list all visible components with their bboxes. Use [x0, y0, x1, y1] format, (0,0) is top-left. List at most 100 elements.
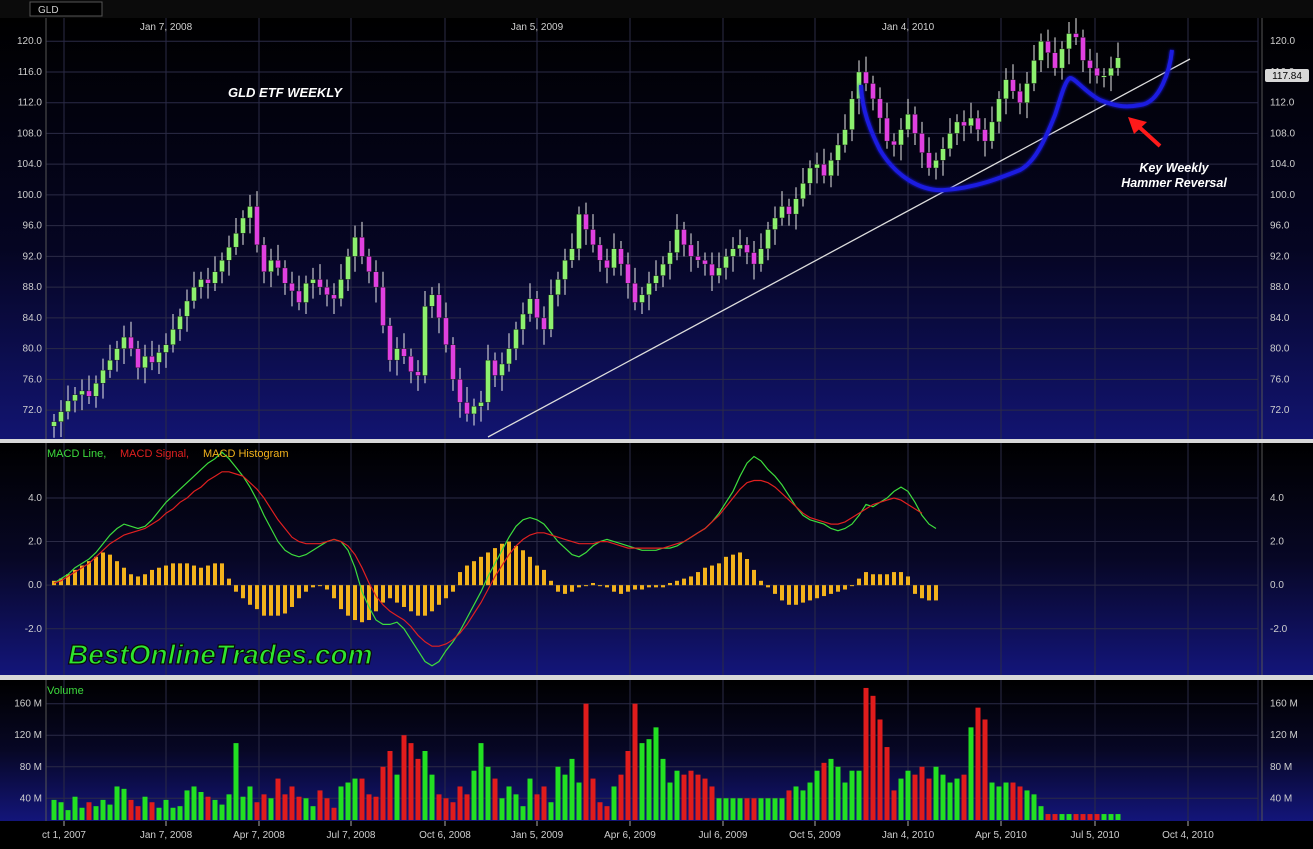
volume-bar-down — [870, 695, 876, 820]
macd-histogram-bar — [444, 585, 448, 599]
macd-histogram-bar — [619, 585, 623, 594]
header-bar — [0, 0, 1313, 18]
volume-bar-up — [716, 798, 722, 820]
volume-bar-up — [177, 806, 183, 820]
price-tick-label-right: 112.0 — [1270, 98, 1295, 109]
volume-bar-up — [933, 766, 939, 820]
volume-bar-up — [506, 786, 512, 820]
price-panel-title: GLD ETF WEEKLY — [228, 85, 343, 100]
volume-bar-up — [674, 770, 680, 820]
price-tick-label-left: 116.0 — [18, 67, 43, 78]
candle-down — [1087, 60, 1093, 69]
volume-bar-down — [982, 719, 988, 820]
candle-down — [275, 260, 281, 269]
macd-histogram-bar — [430, 585, 434, 612]
volume-bar-down — [688, 770, 694, 820]
volume-bar-down — [254, 802, 260, 820]
volume-bar-up — [1108, 814, 1114, 820]
candle-down — [709, 263, 715, 276]
candle-down — [1010, 79, 1016, 92]
volume-bar-down — [1017, 786, 1023, 820]
candle-up — [1031, 60, 1037, 84]
volume-bar-up — [905, 770, 911, 820]
volume-tick-label-left: 120 M — [14, 730, 42, 741]
macd-tick-label-left: -2.0 — [25, 624, 43, 635]
candle-up — [499, 363, 505, 376]
price-panel — [0, 18, 1313, 439]
candle-up — [352, 236, 358, 257]
candle-down — [324, 286, 330, 296]
volume-bar-down — [1080, 814, 1086, 820]
volume-bar-up — [191, 786, 197, 820]
macd-histogram-bar — [255, 585, 259, 610]
candle-up — [513, 329, 519, 349]
candle-down — [373, 271, 379, 288]
candle-up — [142, 356, 148, 369]
volume-bar-up — [121, 788, 127, 820]
macd-histogram-bar — [570, 585, 574, 592]
candle-down — [625, 263, 631, 284]
candle-down — [408, 356, 414, 372]
macd-histogram-bar — [542, 569, 546, 586]
price-tick-label-right: 92.0 — [1270, 251, 1290, 262]
macd-histogram-bar — [206, 565, 210, 586]
volume-bar-up — [240, 796, 246, 820]
candle-up — [947, 133, 953, 150]
panel-separator-1[interactable] — [0, 439, 1313, 443]
candle-up — [520, 313, 526, 330]
volume-bar-down — [373, 796, 379, 820]
x-tick-label: Oct 6, 2008 — [419, 830, 471, 841]
macd-histogram-bar — [423, 585, 427, 616]
price-tick-label-left: 112.0 — [18, 98, 43, 109]
volume-bar-down — [1073, 814, 1079, 820]
volume-bar-up — [422, 751, 428, 820]
macd-histogram-bar — [822, 585, 826, 597]
volume-bar-down — [415, 758, 421, 820]
volume-bar-down — [877, 719, 883, 820]
volume-bar-up — [107, 804, 113, 820]
price-tick-label-left: 80.0 — [23, 344, 43, 355]
candle-down — [464, 402, 470, 415]
volume-bar-down — [709, 786, 715, 820]
volume-bar-down — [128, 799, 134, 820]
x-tick-label: Jul 7, 2008 — [327, 830, 376, 841]
macd-histogram-bar — [304, 585, 308, 592]
macd-histogram-bar — [871, 574, 875, 586]
candle-down — [688, 244, 694, 257]
volume-tick-label-right: 120 M — [1270, 730, 1298, 741]
volume-bar-up — [996, 786, 1002, 820]
x-tick-label: Apr 7, 2008 — [233, 830, 285, 841]
macd-histogram-bar — [899, 572, 903, 586]
candle-up — [898, 129, 904, 146]
volume-bar-down — [464, 794, 470, 820]
candle-down — [401, 348, 407, 357]
x-tick-label: Jul 6, 2009 — [699, 830, 748, 841]
volume-bar-down — [457, 786, 463, 820]
candle-down — [436, 294, 442, 319]
candle-up — [471, 406, 477, 415]
candle-down — [380, 286, 386, 326]
volume-bar-down — [618, 774, 624, 820]
macd-histogram-bar — [675, 580, 679, 586]
volume-bar-down — [583, 703, 589, 820]
candle-up — [1059, 48, 1065, 69]
price-tick-label-left: 104.0 — [17, 159, 42, 170]
volume-bar-up — [338, 786, 344, 820]
top-date-label: Jan 5, 2009 — [511, 22, 564, 33]
candle-up — [107, 359, 113, 371]
macd-histogram-bar — [598, 585, 602, 587]
volume-bar-up — [513, 794, 519, 820]
annotation-line-1: Key Weekly — [1139, 161, 1209, 175]
volume-bar-up — [653, 727, 659, 820]
macd-histogram-bar — [171, 563, 175, 586]
candle-down — [1080, 37, 1086, 61]
panel-separator-2[interactable] — [0, 675, 1313, 680]
volume-bar-up — [835, 766, 841, 820]
candle-up — [576, 213, 582, 249]
macd-histogram-bar — [451, 585, 455, 592]
candle-up — [226, 246, 232, 261]
legend-macd-line: MACD Line, — [47, 448, 106, 460]
stock-chart: GLD Jan 7, 2008 Jan 5, 2009 Jan 4, 2010 … — [0, 0, 1313, 849]
candle-up — [667, 252, 673, 265]
volume-bar-up — [660, 758, 666, 820]
